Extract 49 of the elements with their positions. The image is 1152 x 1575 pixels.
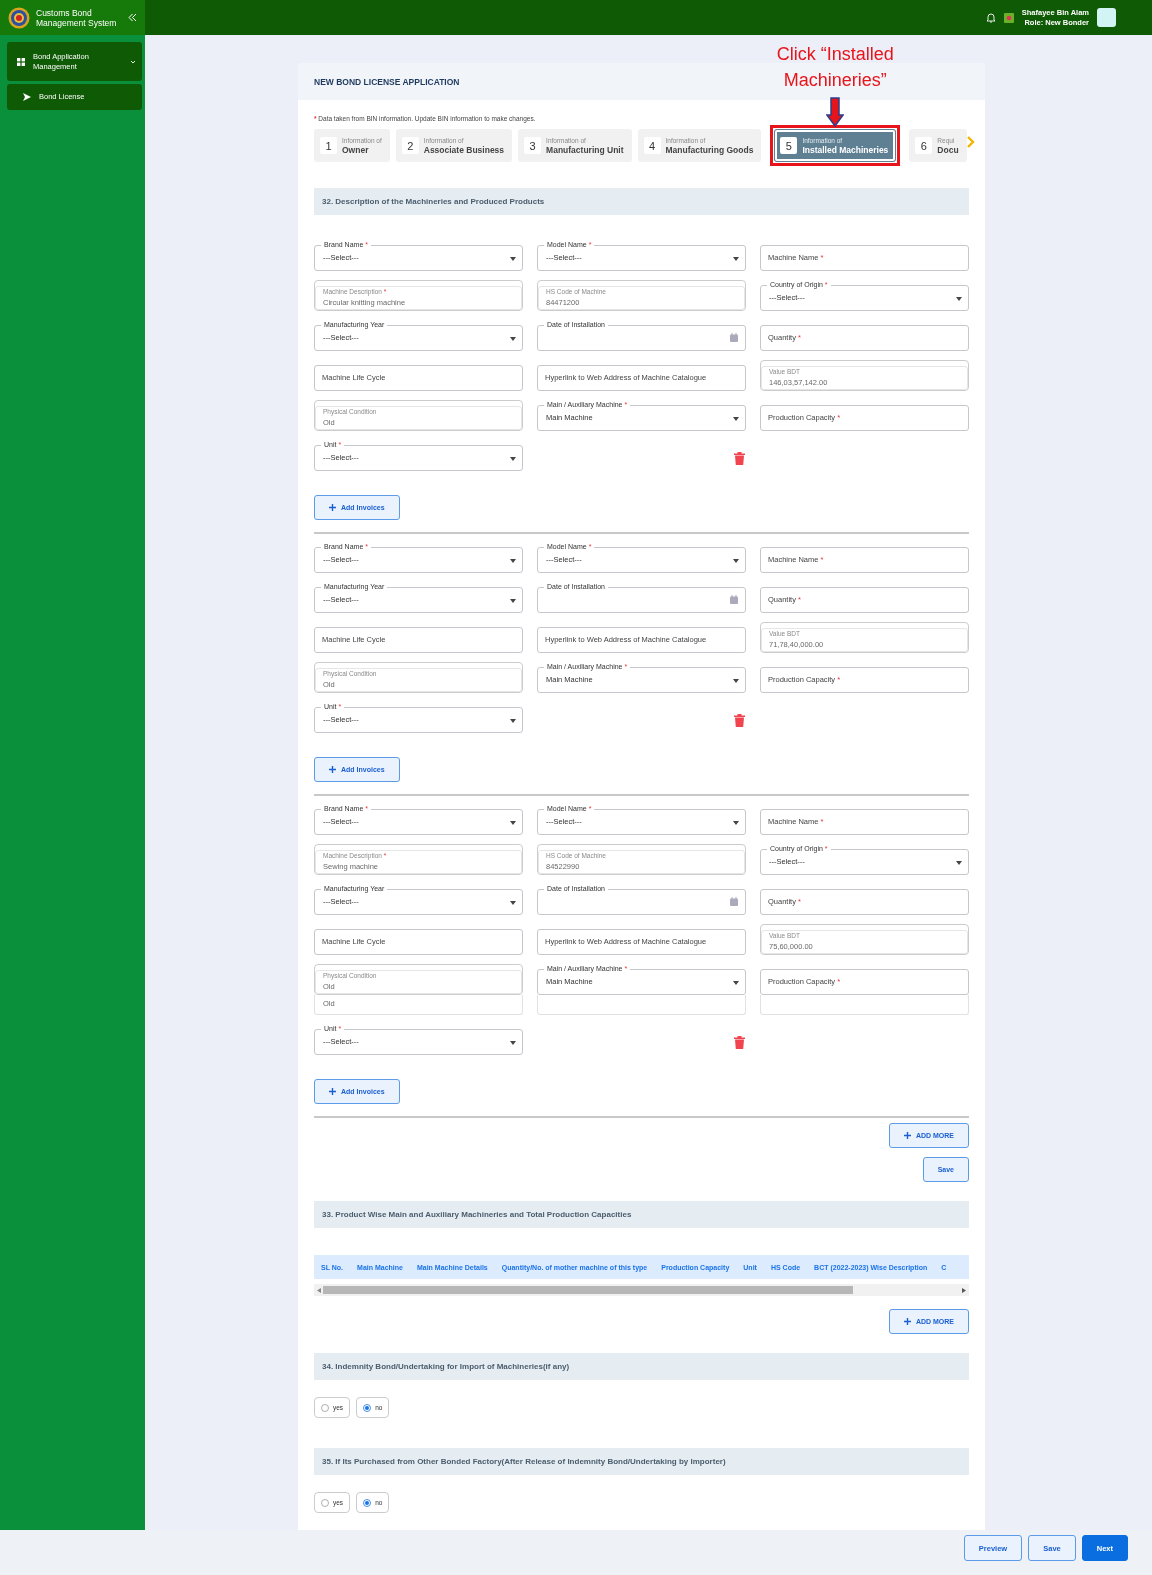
bell-icon[interactable]: [985, 12, 996, 23]
arrow-icon: [23, 93, 31, 101]
caret-icon: [510, 457, 516, 461]
input-field[interactable]: [537, 995, 746, 1015]
section-header: 34. Indemnity Bond/Undertaking for Import of Machineries(if any): [314, 1353, 969, 1380]
caret-icon: [733, 679, 739, 683]
caret-icon: [510, 599, 516, 603]
plus-icon: [329, 1088, 336, 1095]
caret-icon: [510, 901, 516, 905]
trash-icon[interactable]: [734, 714, 745, 727]
flag-icon[interactable]: [1003, 12, 1014, 23]
annotation-text: Click “Installed Machineries”: [775, 43, 895, 92]
caret-icon: [510, 337, 516, 341]
trash-icon[interactable]: [734, 452, 745, 465]
plus-icon: [903, 1318, 911, 1325]
app-title: Customs Bond Management System: [36, 7, 118, 28]
section-header: 35. If Its Purchased from Other Bonded Factory(After Release of Indemnity Bond/Undertaking by Importer): [314, 1448, 969, 1475]
scrollbar[interactable]: [314, 1284, 969, 1296]
caret-icon: [510, 257, 516, 261]
caret-icon: [956, 861, 962, 865]
grid-icon: [17, 57, 25, 66]
page-title: NEW BOND LICENSE APPLICATION: [314, 76, 460, 87]
input-field[interactable]: [760, 995, 969, 1015]
caret-icon: [510, 1041, 516, 1045]
caret-icon: [510, 559, 516, 563]
caret-icon: [510, 821, 516, 825]
next-icon[interactable]: [966, 136, 975, 148]
section-header: 33. Product Wise Main and Auxiliary Machineries and Total Production Capacities: [314, 1201, 969, 1228]
plus-icon: [903, 1132, 911, 1139]
caret-icon: [510, 719, 516, 723]
logo-icon: [8, 6, 30, 29]
chevron-icon: [130, 58, 136, 65]
collapse-icon[interactable]: [128, 13, 137, 22]
calendar-icon: [730, 595, 738, 604]
scroll-left-icon[interactable]: [317, 1287, 321, 1293]
plus-icon: [329, 504, 336, 511]
caret-icon: [733, 257, 739, 261]
section-header: 32. Description of the Machineries and Produced Products: [314, 188, 969, 215]
scroll-right-icon[interactable]: [962, 1287, 966, 1293]
caret-icon: [733, 981, 739, 985]
avatar[interactable]: [1097, 8, 1116, 27]
caret-icon: [733, 417, 739, 421]
caret-icon: [956, 297, 962, 301]
calendar-icon: [730, 333, 738, 342]
plus-icon: [329, 766, 336, 773]
caret-icon: [733, 821, 739, 825]
caret-icon: [733, 559, 739, 563]
calendar-icon: [730, 897, 738, 906]
trash-icon[interactable]: [734, 1036, 745, 1049]
